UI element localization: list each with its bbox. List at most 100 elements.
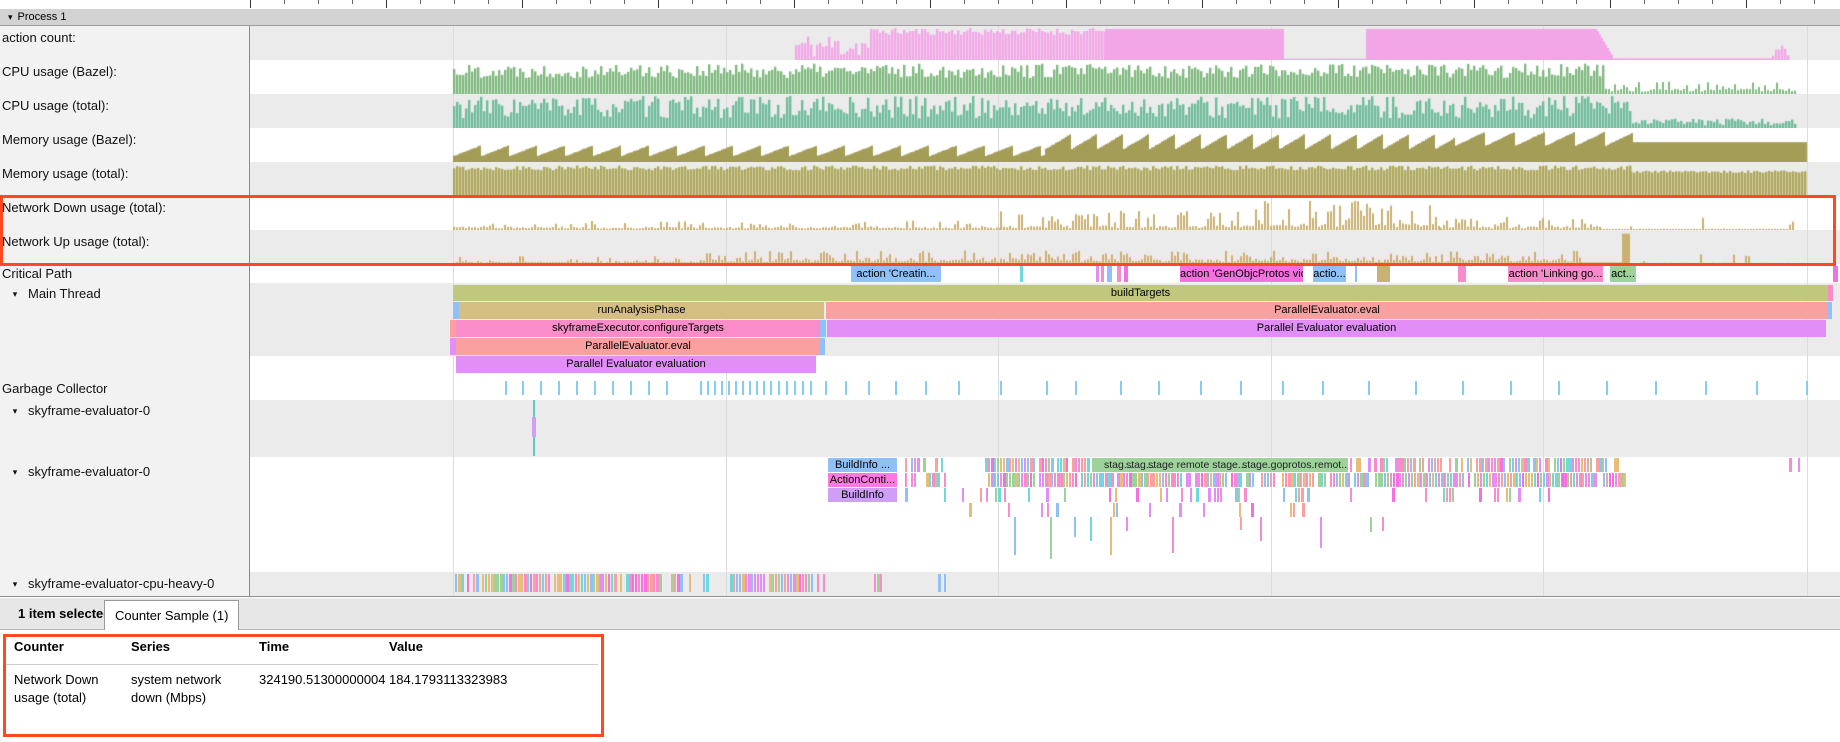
gc-tick[interactable]: [1655, 381, 1657, 395]
slice-sliver[interactable]: [823, 574, 825, 592]
slice-sliver[interactable]: [1008, 503, 1010, 517]
col-header-value[interactable]: Value: [389, 639, 423, 654]
slice-sliver[interactable]: [1063, 473, 1065, 487]
slice-sliver[interactable]: [1390, 473, 1392, 487]
slice-sliver[interactable]: [1350, 458, 1352, 472]
slice-sliver[interactable]: [1486, 473, 1488, 487]
slice-sliver[interactable]: [455, 574, 457, 592]
slice-sliver[interactable]: [1612, 473, 1614, 487]
slice-sliver[interactable]: [1491, 458, 1493, 472]
slice[interactable]: [532, 417, 536, 437]
slice-sliver[interactable]: [1548, 458, 1550, 472]
slice-sliver[interactable]: [1440, 458, 1442, 472]
slice[interactable]: skyframeExecutor.configureTargets: [456, 320, 820, 337]
slice-sliver[interactable]: [1357, 473, 1359, 487]
gc-tick[interactable]: [540, 381, 542, 395]
slice-sliver[interactable]: [1483, 473, 1485, 487]
slice-sliver[interactable]: [1160, 488, 1162, 502]
slice-sliver[interactable]: [1576, 473, 1578, 487]
slice-sliver[interactable]: [1201, 473, 1203, 487]
counter-chart[interactable]: [250, 60, 1840, 94]
slice-sliver[interactable]: [1474, 473, 1476, 487]
slice[interactable]: ParallelEvaluator.eval: [456, 338, 820, 355]
slice[interactable]: [1107, 266, 1112, 282]
slice-sliver[interactable]: [1214, 488, 1216, 502]
slice-sliver[interactable]: [1563, 458, 1565, 472]
slice-sliver[interactable]: [1543, 473, 1545, 487]
slice-sliver[interactable]: [1419, 458, 1421, 472]
slice-sliver[interactable]: [1540, 473, 1542, 487]
slice-sliver[interactable]: [1203, 503, 1205, 517]
slice-sliver[interactable]: [944, 488, 946, 502]
slice-sliver[interactable]: [1113, 503, 1115, 517]
slice-sliver[interactable]: [1273, 473, 1275, 487]
slice-sliver[interactable]: [1459, 473, 1461, 487]
slice-sliver[interactable]: [1461, 458, 1463, 472]
slice-sliver[interactable]: [1033, 473, 1035, 487]
slice-sliver[interactable]: [680, 574, 683, 592]
slice-sliver[interactable]: [905, 458, 907, 472]
slice-sliver[interactable]: [997, 473, 999, 487]
collapse-arrow-icon[interactable]: ▾: [2, 406, 28, 417]
slice-sliver[interactable]: [1324, 473, 1326, 487]
slice-sliver[interactable]: [554, 574, 556, 592]
slice-sliver[interactable]: [1509, 488, 1511, 502]
slice-sliver[interactable]: [1090, 473, 1092, 487]
slice-sliver[interactable]: [1270, 473, 1272, 487]
collapse-arrow-icon[interactable]: ▾: [2, 579, 28, 590]
slice-sliver[interactable]: [1387, 473, 1389, 487]
slice-sliver[interactable]: [1497, 488, 1499, 502]
slice-sliver[interactable]: [1330, 473, 1332, 487]
slice-sliver[interactable]: [1578, 458, 1580, 472]
slice-sliver[interactable]: [988, 458, 990, 472]
slice-sliver[interactable]: [911, 458, 913, 472]
slice-sliver[interactable]: [1051, 458, 1054, 472]
slice-sliver[interactable]: [994, 473, 996, 487]
slice-sliver[interactable]: [995, 488, 997, 502]
slice-sliver[interactable]: [1366, 473, 1369, 487]
slice-sliver[interactable]: [911, 473, 913, 487]
slice-sliver[interactable]: [1156, 473, 1158, 487]
counter-chart[interactable]: [250, 162, 1840, 196]
slice-sliver[interactable]: [1437, 458, 1439, 472]
slice[interactable]: [1828, 285, 1833, 301]
slice-sliver[interactable]: [1267, 473, 1269, 487]
slice-sliver[interactable]: [805, 574, 807, 592]
slice-sliver[interactable]: [760, 574, 762, 592]
slice-sliver[interactable]: [1413, 458, 1416, 472]
slice-sliver[interactable]: [1512, 458, 1514, 472]
slice-sliver[interactable]: [689, 574, 691, 592]
slice[interactable]: [1828, 302, 1832, 319]
slice-sliver[interactable]: [1179, 503, 1182, 517]
slice-sliver[interactable]: [1306, 473, 1308, 487]
slice-sliver[interactable]: [739, 574, 741, 592]
slice-sliver[interactable]: [647, 574, 649, 592]
slice-sliver[interactable]: [778, 574, 780, 592]
slice-sliver[interactable]: [980, 488, 982, 502]
slice-sliver[interactable]: [1231, 473, 1233, 487]
slice-sliver[interactable]: [1468, 473, 1470, 487]
slice-sliver[interactable]: [1249, 473, 1251, 487]
slice-sliver[interactable]: [632, 574, 634, 592]
slice-sliver[interactable]: [997, 458, 999, 472]
slice-sliver[interactable]: [1399, 473, 1401, 487]
slice-sliver[interactable]: [608, 574, 610, 592]
gc-tick[interactable]: [1282, 381, 1284, 395]
slice-sliver[interactable]: [1066, 473, 1068, 487]
slice-sliver[interactable]: [1190, 488, 1192, 502]
slice-sliver[interactable]: [1174, 473, 1176, 487]
slice-sliver[interactable]: [1405, 473, 1407, 487]
slice-sliver[interactable]: [703, 574, 705, 592]
gc-tick[interactable]: [721, 381, 723, 395]
slice[interactable]: runAnalysisPhase: [459, 302, 824, 319]
slice-sliver[interactable]: [611, 574, 613, 592]
slice-sliver[interactable]: [1196, 488, 1199, 502]
slice-sliver[interactable]: [1570, 473, 1572, 487]
counter-track-label[interactable]: Network Down usage (total):: [2, 200, 166, 215]
slice-sliver[interactable]: [938, 473, 940, 487]
gc-tick[interactable]: [1200, 381, 1202, 395]
slice-sliver[interactable]: [1057, 458, 1059, 472]
slice-sliver[interactable]: [1027, 458, 1029, 472]
gc-tick[interactable]: [1075, 381, 1077, 395]
slice-sliver[interactable]: [914, 473, 916, 487]
